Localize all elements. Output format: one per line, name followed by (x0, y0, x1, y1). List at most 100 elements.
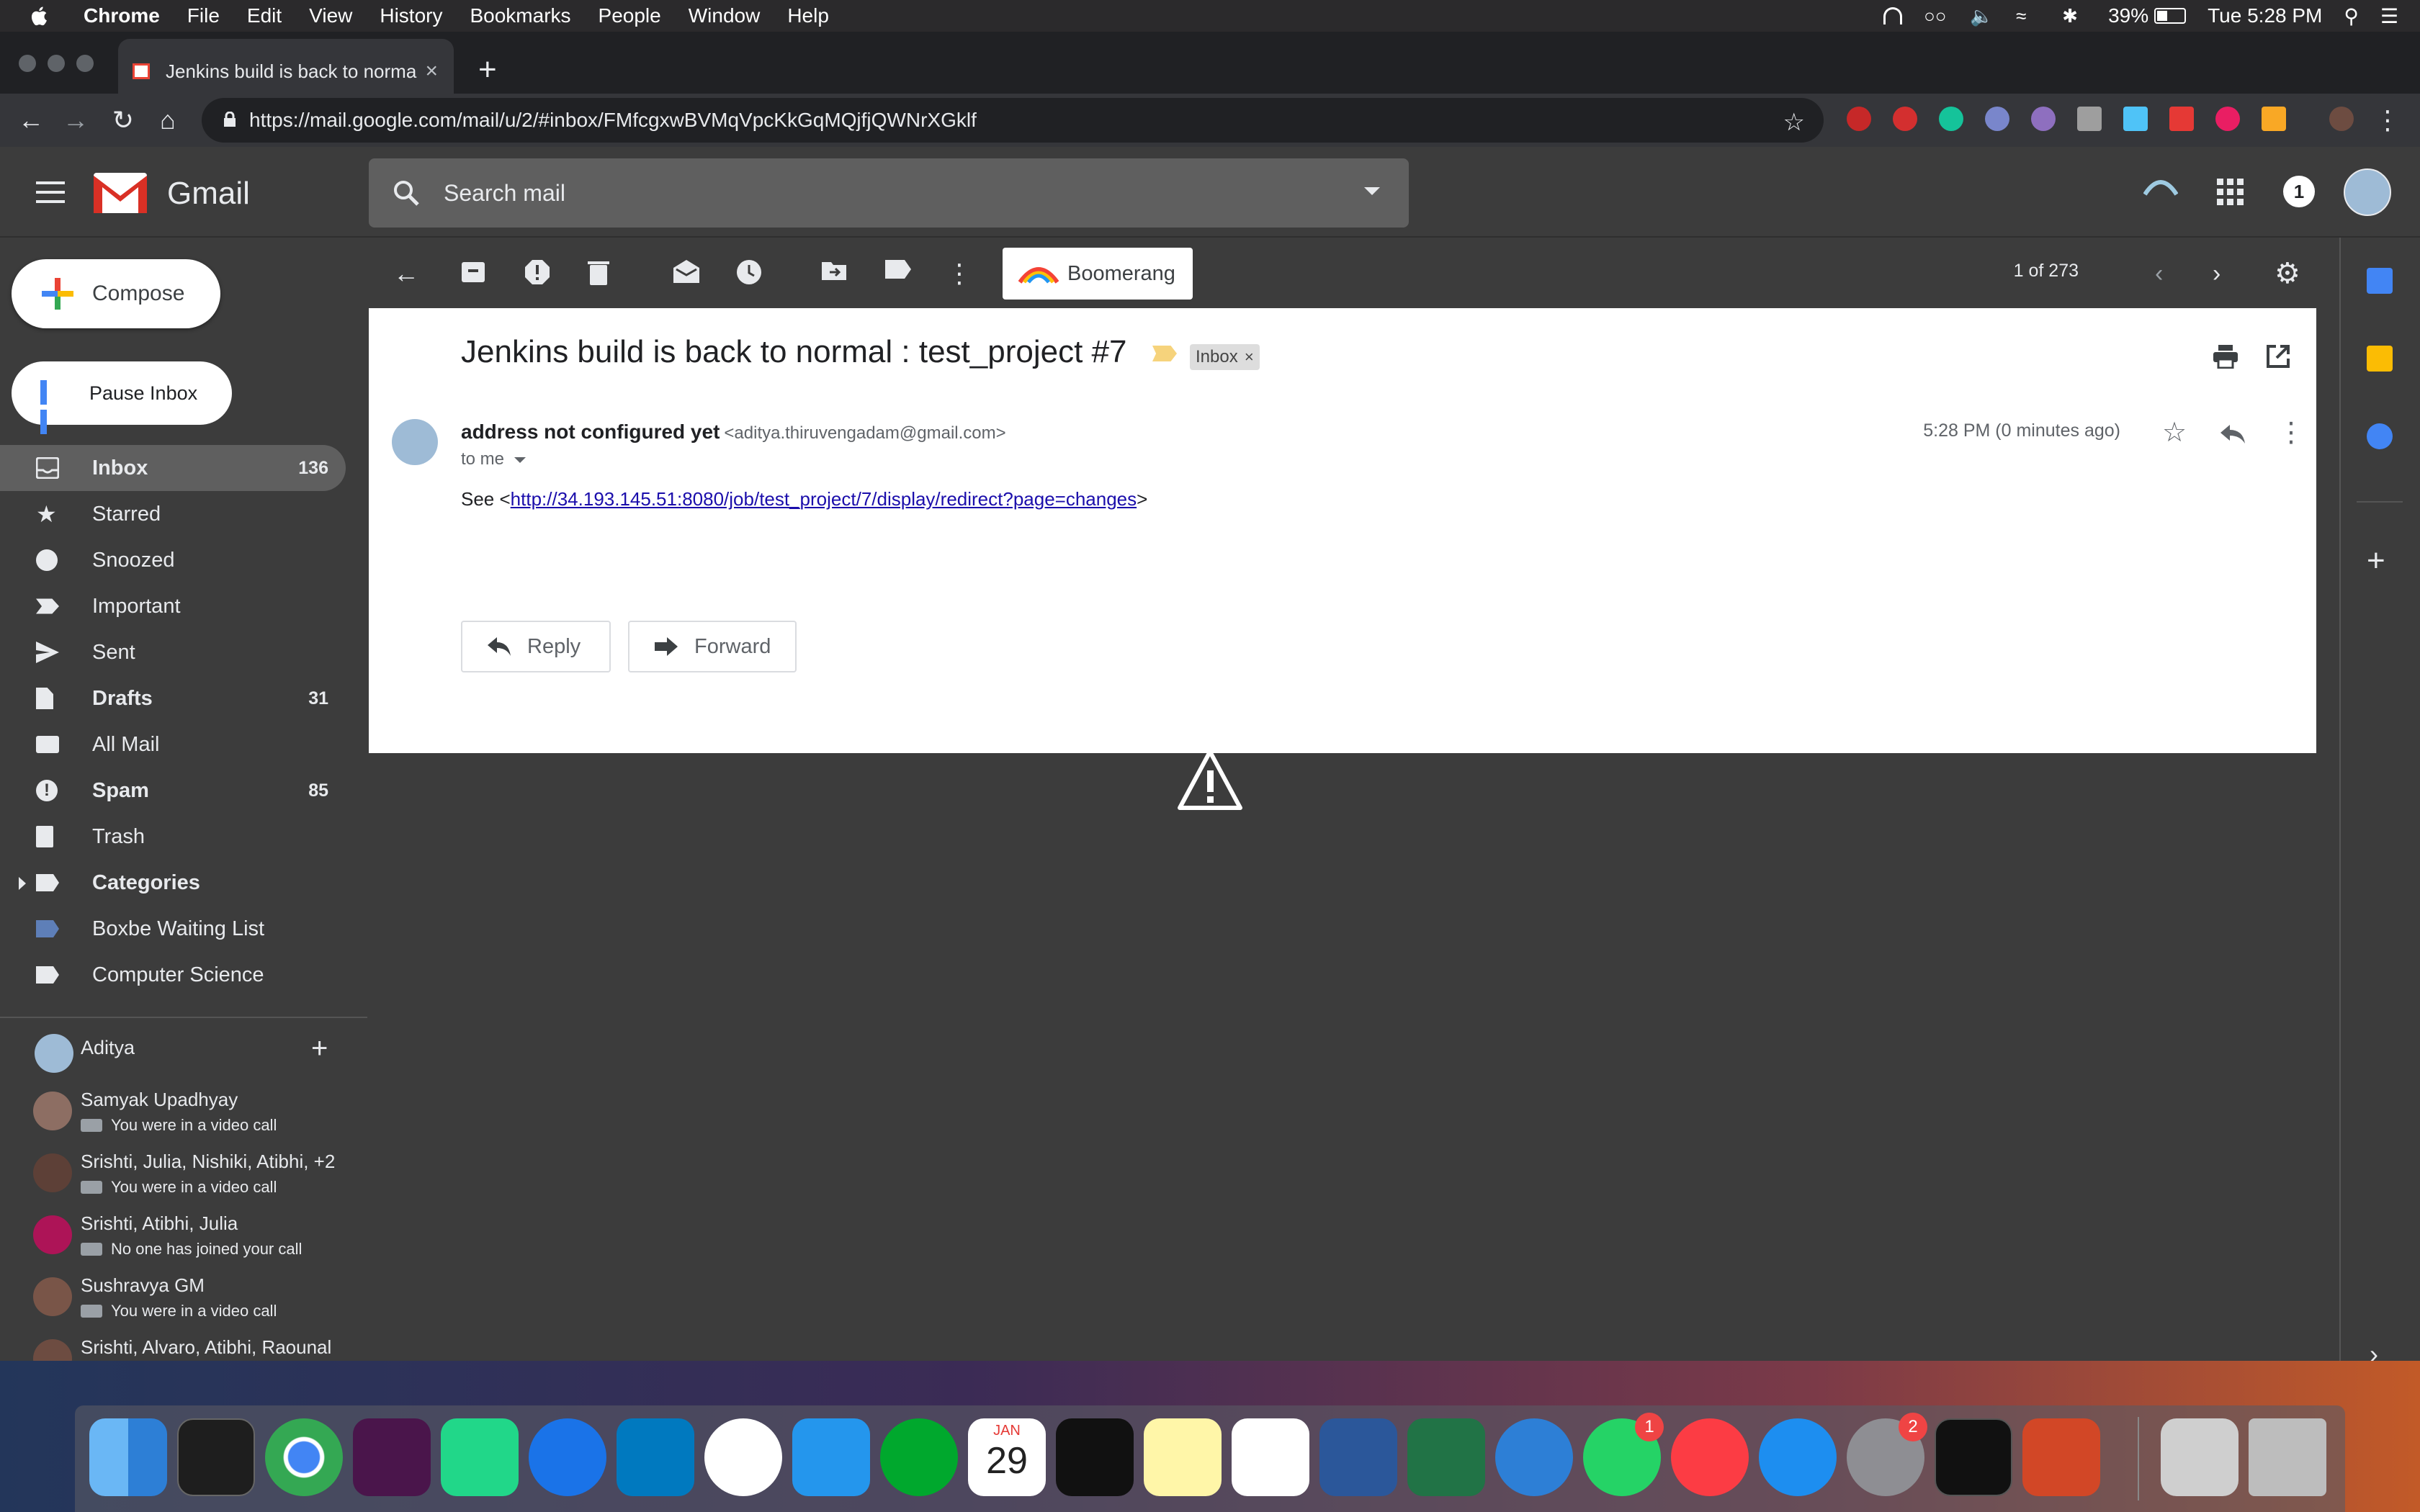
word-icon[interactable] (1319, 1418, 1397, 1496)
menu-edit[interactable]: Edit (247, 4, 282, 27)
move-to-icon[interactable] (821, 259, 850, 288)
battery-icon[interactable] (2154, 8, 2187, 24)
calendar-icon[interactable] (2367, 268, 2393, 294)
print-icon[interactable] (2213, 344, 2240, 369)
location-pin-app-icon[interactable] (529, 1418, 606, 1496)
address-bar[interactable]: https://mail.google.com/mail/u/2/#inbox/… (202, 98, 1824, 143)
adblock-icon[interactable] (1847, 107, 1871, 131)
notification-center-icon[interactable]: ☰ (2380, 4, 2398, 28)
nav-all-mail[interactable]: All Mail (0, 721, 346, 768)
menu-chrome[interactable]: Chrome (84, 4, 160, 27)
nav-trash[interactable]: Trash (0, 814, 346, 860)
todo-extension-icon[interactable] (2169, 107, 2194, 131)
menu-file[interactable]: File (187, 4, 220, 27)
powerpoint-icon[interactable] (2022, 1418, 2100, 1496)
spotlight-icon[interactable]: ⚲ (2344, 4, 2359, 28)
profile-avatar[interactable] (2329, 107, 2354, 131)
forward-arrow-icon[interactable]: → (58, 102, 94, 138)
nav-inbox[interactable]: Inbox 136 (0, 445, 346, 491)
headphones-icon[interactable] (1883, 7, 1903, 24)
report-spam-icon[interactable] (524, 259, 553, 288)
excel-icon[interactable] (1407, 1418, 1485, 1496)
newer-chevron-icon[interactable]: ‹ (2155, 259, 2184, 288)
hangouts-user-name[interactable]: Aditya (81, 1037, 135, 1059)
scissors-icon[interactable] (2077, 107, 2102, 131)
volume-icon[interactable]: 🔈 (1970, 5, 1994, 27)
chrome-menu-icon[interactable]: ⋮ (2370, 102, 2406, 138)
nav-important[interactable]: Important (0, 583, 346, 629)
nav-boxbe-waiting-list[interactable]: Boxbe Waiting List (0, 906, 346, 952)
older-chevron-icon[interactable]: › (2213, 259, 2241, 288)
nav-categories[interactable]: Categories (0, 860, 346, 906)
notes-icon[interactable] (1144, 1418, 1222, 1496)
bookmark-star-icon[interactable]: ☆ (1783, 108, 1805, 137)
extension-eyes-icon[interactable] (2031, 107, 2056, 131)
sender-avatar[interactable] (392, 419, 438, 465)
star-message-icon[interactable]: ☆ (2162, 416, 2192, 448)
sender-name[interactable]: address not configured yet (461, 420, 720, 443)
new-conversation-icon[interactable]: + (311, 1032, 328, 1065)
tab-close-icon[interactable]: × (425, 59, 438, 84)
grammarly-icon[interactable] (1939, 107, 1963, 131)
calendar-dock-icon[interactable]: JAN 29 (968, 1418, 1046, 1496)
nav-spam[interactable]: ! Spam 85 (0, 768, 346, 814)
back-arrow-icon[interactable]: ← (13, 102, 49, 138)
list-item[interactable]: Samyak Upadhyay You were in a video call (0, 1084, 346, 1146)
menu-view[interactable]: View (309, 4, 352, 27)
show-details-icon[interactable] (514, 456, 526, 463)
search-options-icon[interactable] (1364, 187, 1380, 195)
apple-icon[interactable] (29, 5, 49, 27)
slack-icon[interactable] (353, 1418, 431, 1496)
recipient-details[interactable]: to me (461, 449, 526, 469)
apps-grid-icon[interactable] (2215, 177, 2244, 206)
add-addon-icon[interactable]: + (2367, 543, 2385, 579)
chrome-dock-icon[interactable] (265, 1418, 343, 1496)
reply-arrow-icon[interactable] (2220, 420, 2250, 451)
search-input[interactable]: Search mail (444, 180, 565, 207)
whatsapp-icon[interactable]: 1 (1583, 1413, 1664, 1496)
search-bar[interactable]: Search mail (369, 158, 1409, 228)
voice-memo-icon[interactable] (1056, 1418, 1134, 1496)
more-options-icon[interactable]: ⋮ (945, 259, 974, 288)
importance-marker-icon[interactable] (1152, 346, 1177, 361)
label-as-icon[interactable] (884, 259, 913, 288)
search-icon[interactable] (390, 177, 422, 209)
account-avatar[interactable] (2344, 168, 2391, 216)
forward-button[interactable]: Forward (628, 621, 797, 672)
back-to-inbox-icon[interactable]: ← (393, 259, 422, 288)
nav-drafts[interactable]: Drafts 31 (0, 675, 346, 721)
pycharm-icon[interactable] (441, 1418, 519, 1496)
block-icon[interactable] (1985, 107, 2009, 131)
gmail-logo-icon[interactable] (94, 173, 147, 213)
app-store-icon[interactable] (1759, 1418, 1837, 1496)
mongodb-icon[interactable] (704, 1418, 782, 1496)
system-preferences-icon[interactable]: 2 (1847, 1413, 1927, 1496)
boomerang-extension-icon[interactable] (2262, 107, 2286, 131)
open-new-window-icon[interactable] (2266, 344, 2293, 369)
accessibility-icon[interactable]: ○○ (1924, 5, 1948, 27)
trash-dock-icon[interactable] (2249, 1418, 2326, 1496)
nav-sent[interactable]: Sent (0, 629, 346, 675)
menu-people[interactable]: People (599, 4, 661, 27)
menu-window[interactable]: Window (689, 4, 761, 27)
evernote-icon[interactable] (880, 1418, 958, 1496)
downloads-stack-icon[interactable] (2161, 1418, 2238, 1496)
menu-history[interactable]: History (380, 4, 442, 27)
list-item[interactable]: Sushravya GM You were in a video call (0, 1270, 346, 1332)
mark-unread-icon[interactable] (673, 259, 702, 288)
wifi-icon[interactable]: ≈ (2016, 5, 2040, 27)
home-icon[interactable]: ⌂ (150, 102, 186, 138)
window-close-button[interactable] (19, 55, 36, 72)
finder-icon[interactable] (89, 1418, 167, 1496)
menu-bookmarks[interactable]: Bookmarks (470, 4, 570, 27)
nav-computer-science[interactable]: Computer Science (0, 952, 346, 998)
boomerang-button[interactable]: Boomerang (1003, 248, 1193, 300)
changes-link[interactable]: http://34.193.145.51:8080/job/test_proje… (511, 488, 1137, 510)
message-more-icon[interactable]: ⋮ (2276, 416, 2306, 448)
nav-starred[interactable]: ★ Starred (0, 491, 346, 537)
window-minimize-button[interactable] (48, 55, 65, 72)
nav-snoozed[interactable]: Snoozed (0, 537, 346, 583)
list-item[interactable]: Srishti, Atibhi, Julia No one has joined… (0, 1208, 346, 1270)
reply-button[interactable]: Reply (461, 621, 611, 672)
extension-hand-icon[interactable] (1893, 107, 1917, 131)
